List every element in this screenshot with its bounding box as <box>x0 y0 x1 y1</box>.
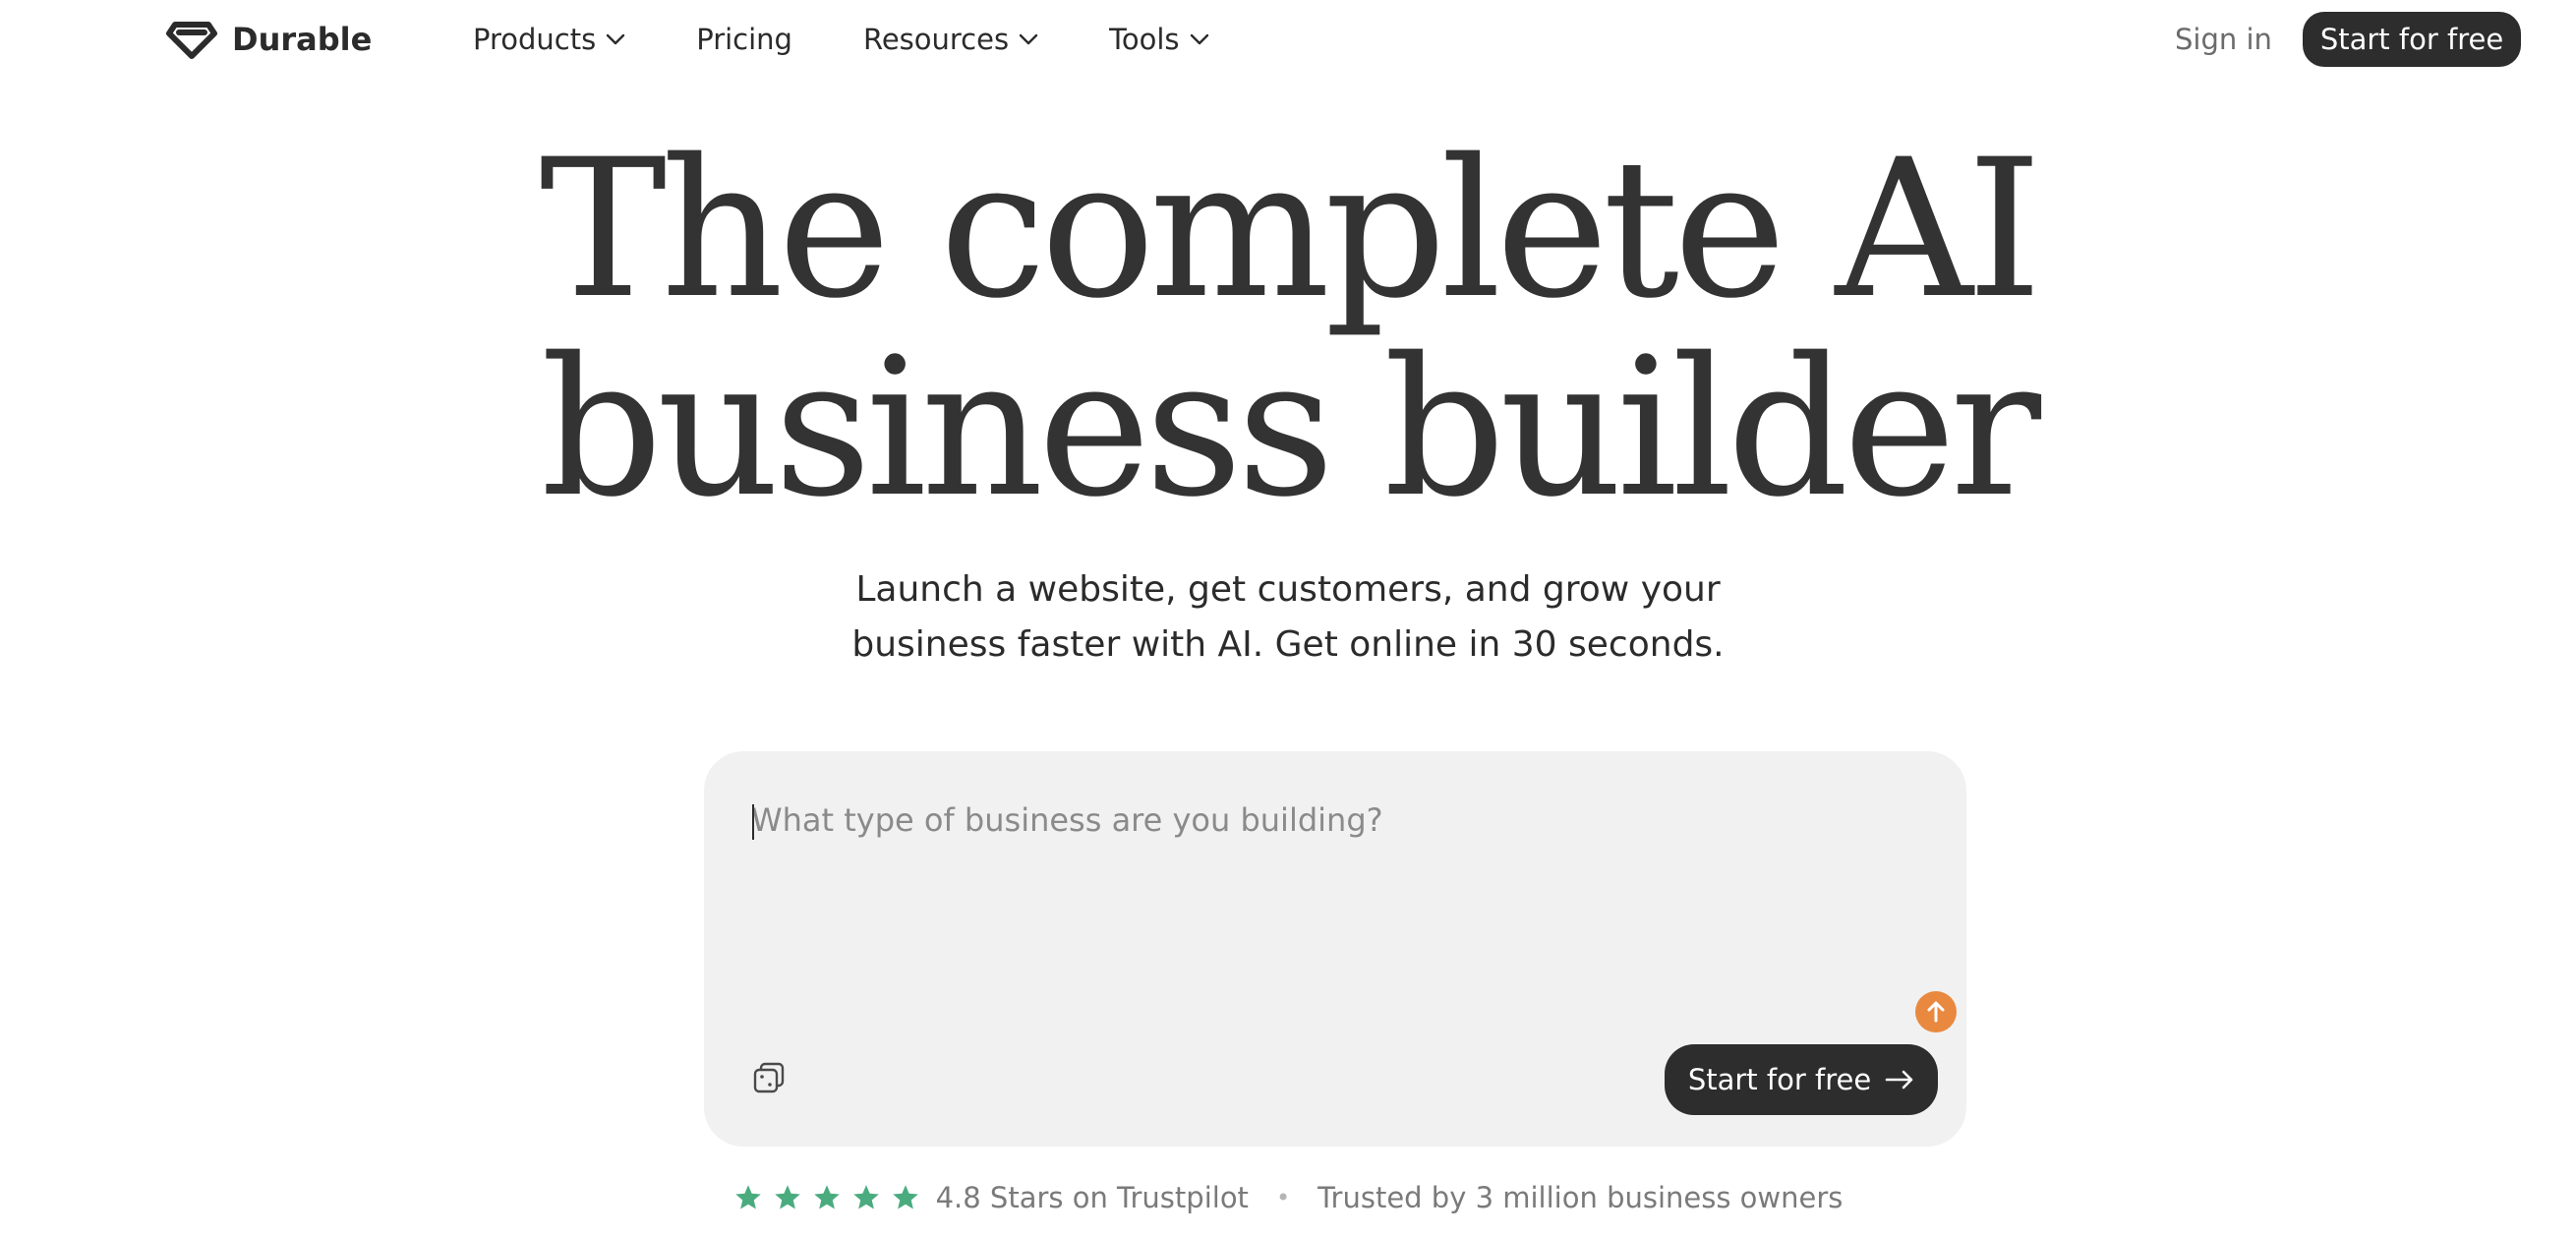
shuffle-dice-button[interactable] <box>751 1060 787 1095</box>
hero-title: The complete AI business builder <box>0 130 2576 527</box>
prompt-cta-label: Start for free <box>1687 1063 1872 1096</box>
trusted-by-text: Trusted by 3 million business owners <box>1317 1181 1844 1214</box>
hero-title-line-2: business builder <box>540 317 2041 539</box>
trust-bar: 4.8 Stars on Trustpilot • Trusted by 3 m… <box>0 1176 2576 1219</box>
hero-subtitle: Launch a website, get customers, and gro… <box>0 562 2576 673</box>
separator-dot: • <box>1275 1184 1291 1211</box>
arrow-up-glyph <box>1927 1001 1945 1023</box>
nav-item-label: Tools <box>1109 23 1180 56</box>
trustpilot-stars <box>733 1183 920 1212</box>
hero-subtitle-line-1: Launch a website, get customers, and gro… <box>855 569 1721 610</box>
business-prompt-card: Start for free <box>704 751 1966 1147</box>
star-icon <box>813 1185 840 1209</box>
hero-subtitle-line-2: business faster with AI. Get online in 3… <box>851 624 1725 665</box>
nav-item-label: Resources <box>862 23 1010 56</box>
prompt-start-for-free-button[interactable]: Start for free <box>1665 1044 1938 1115</box>
brand-logo-link[interactable]: Durable <box>165 14 372 65</box>
text-caret <box>752 804 754 840</box>
arrow-up-icon[interactable] <box>1915 991 1957 1032</box>
chevron-down-icon <box>607 33 625 45</box>
star-icon <box>774 1185 800 1209</box>
top-navigation: Durable Products Pricing Resources Tools… <box>0 0 2576 79</box>
chevron-down-icon <box>1190 33 1208 45</box>
star-icon <box>734 1185 761 1209</box>
nav-item-label: Products <box>473 23 597 56</box>
hero-title-line-1: The complete AI <box>539 118 2042 340</box>
nav-links: Products Pricing Resources Tools <box>473 18 1209 61</box>
brand-name: Durable <box>232 21 373 58</box>
nav-item-pricing[interactable]: Pricing <box>696 23 792 56</box>
nav-item-resources[interactable]: Resources <box>863 23 1038 56</box>
durable-logo-icon <box>166 22 217 59</box>
trustpilot-rating-text: 4.8 Stars on Trustpilot <box>935 1181 1249 1214</box>
arrow-right-icon <box>1885 1070 1913 1090</box>
dice-icon <box>753 1062 785 1093</box>
nav-item-tools[interactable]: Tools <box>1109 23 1208 56</box>
star-icon <box>852 1185 879 1209</box>
sign-in-link[interactable]: Sign in <box>2175 18 2272 61</box>
chevron-down-icon <box>1019 33 1038 45</box>
nav-item-label: Pricing <box>696 23 792 56</box>
business-type-input[interactable] <box>751 798 1911 975</box>
star-icon <box>892 1185 918 1209</box>
nav-item-products[interactable]: Products <box>473 23 625 56</box>
start-for-free-button[interactable]: Start for free <box>2303 12 2521 67</box>
